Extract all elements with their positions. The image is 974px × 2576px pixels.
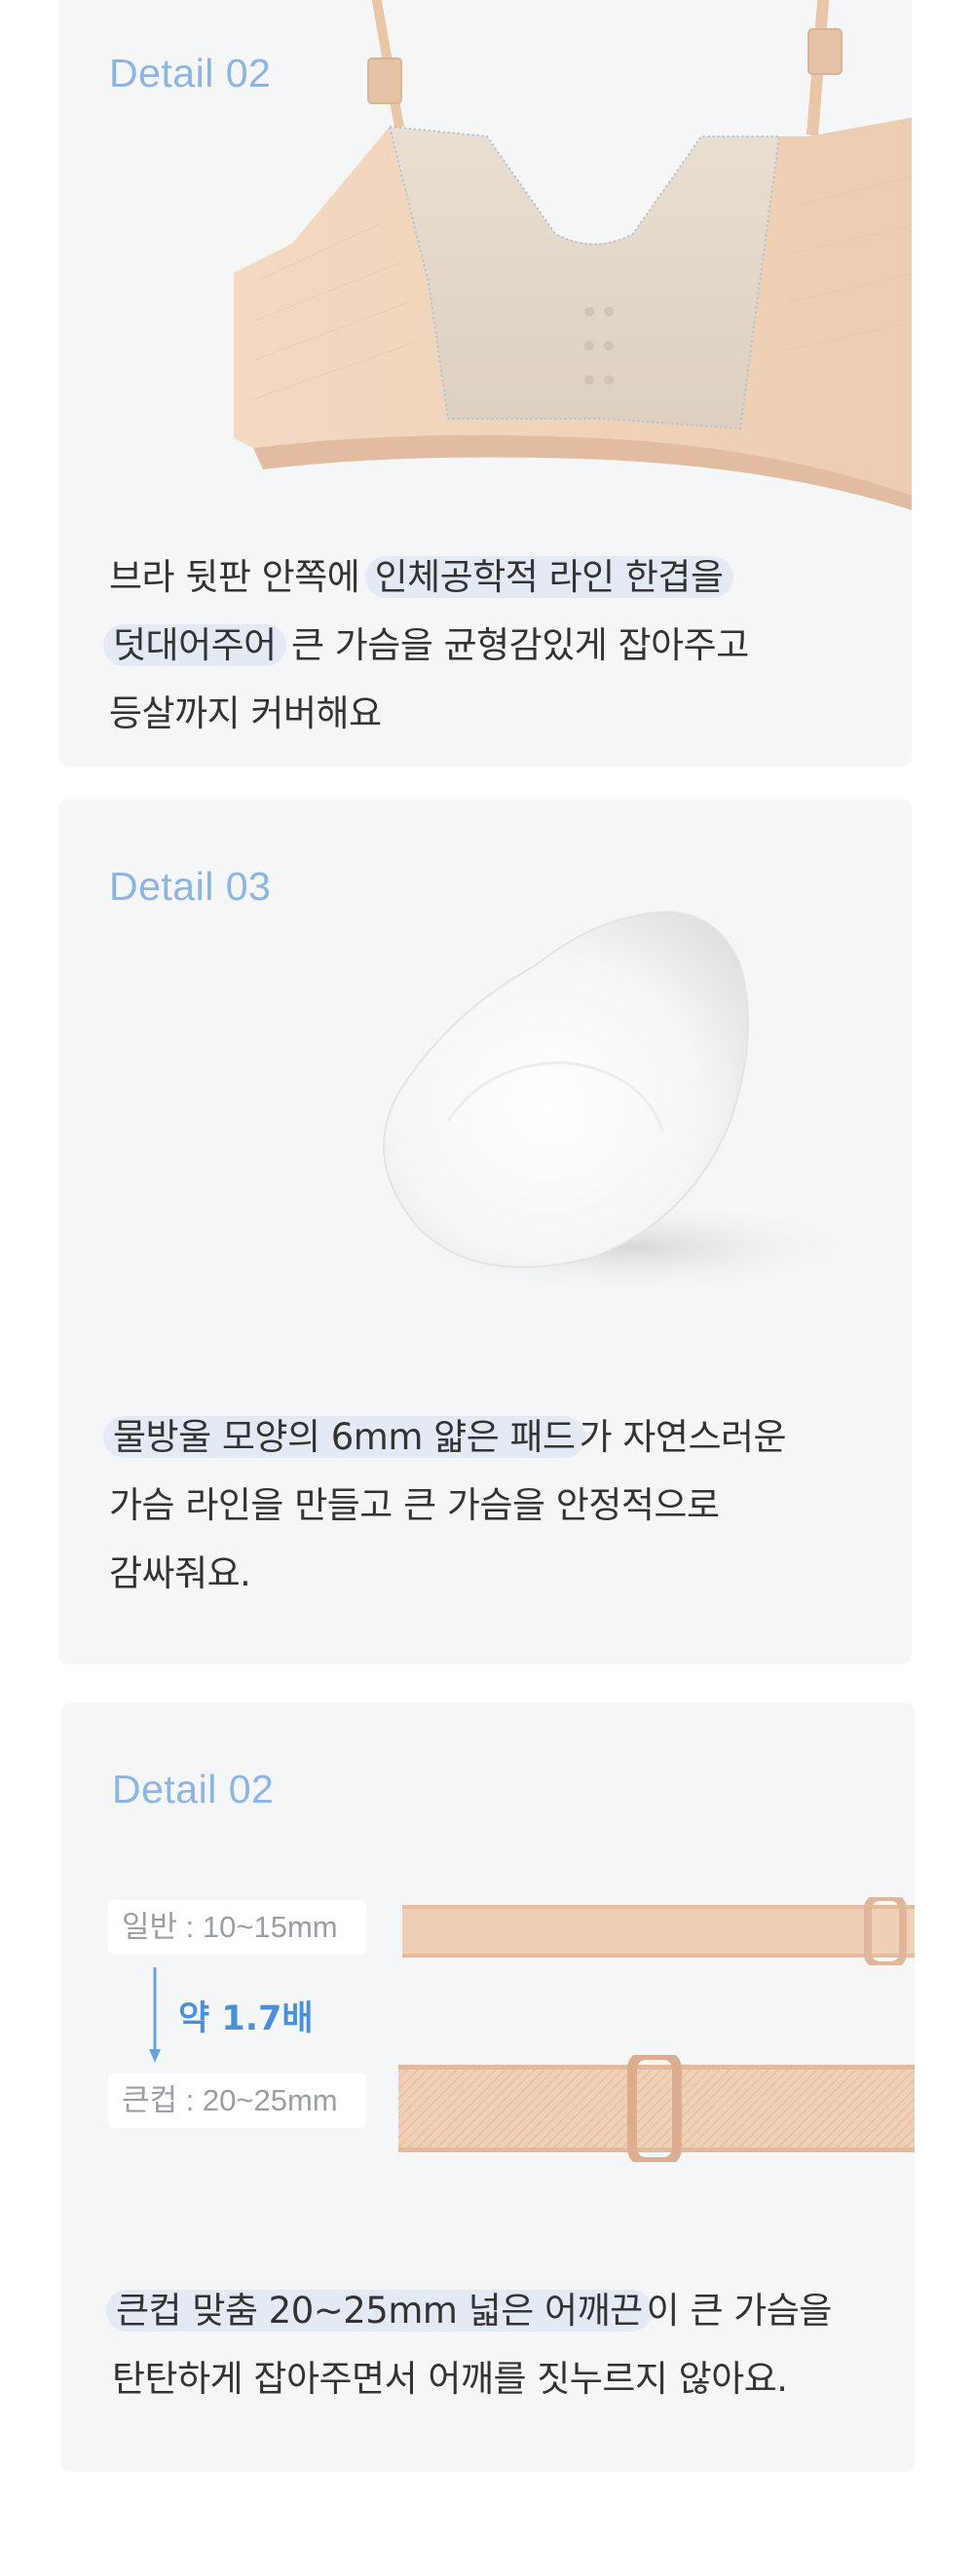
desc-text: 감싸줘요. — [109, 1552, 251, 1594]
detail-description: 물방울 모양의 6mm 얇은 패드 가 자연스러운 가슴 라인을 만들고 큰 가슴… — [103, 1403, 787, 1608]
desc-text: 가슴 라인을 만들고 큰 가슴을 안정적으로 — [109, 1484, 720, 1526]
arrow-down-icon — [149, 1967, 161, 2063]
desc-text: 등살까지 커버해요 — [109, 692, 382, 734]
bra-back-illustration — [234, 0, 912, 510]
desc-highlight: 물방울 모양의 6mm 얇은 패드 — [103, 1416, 585, 1458]
detail-card-pad: Detail 03 물방울 모양의 6mm 얇은 패드 가 자연스러운 가슴 라인… — [58, 800, 912, 1664]
big-cup-strap-illustration — [398, 2055, 915, 2162]
desc-text: 탄탄하게 잡아주면서 어깨를 짓누르지 않아요. — [112, 2358, 788, 2400]
desc-highlight: 덧대어주어 — [103, 624, 286, 666]
detail-label: Detail 02 — [112, 1767, 275, 1811]
normal-strap-width-badge: 일반 : 10~15mm — [108, 1900, 366, 1955]
normal-strap-illustration — [402, 1897, 915, 1965]
pad-illustration — [383, 911, 867, 1296]
detail-description: 큰컵 맞춤 20~25mm 넓은 어깨끈 이 큰 가슴을 탄탄하게 잡아주면서 어… — [106, 2277, 833, 2413]
desc-text: 브라 뒷판 안쪽에 — [109, 556, 371, 598]
detail-card-back-panel: Detail 02 브라 뒷판 안쪽에 인체공학적 라인 한겹을 덧대어주어 큰… — [58, 0, 912, 766]
big-cup-strap-width-badge: 큰컵 : 20~25mm — [108, 2073, 366, 2128]
detail-label: Detail 03 — [109, 864, 272, 909]
desc-text: 이 큰 가슴을 — [646, 2290, 833, 2332]
desc-text: 큰 가슴을 균형감있게 잡아주고 — [280, 624, 749, 666]
detail-description: 브라 뒷판 안쪽에 인체공학적 라인 한겹을 덧대어주어 큰 가슴을 균형감있게… — [103, 543, 749, 748]
detail-card-strap: Detail 02 일반 : 10~15mm 약 1.7배 큰컵 : 20~25… — [61, 1702, 915, 2472]
desc-highlight: 인체공학적 라인 한겹을 — [364, 556, 733, 598]
desc-highlight: 큰컵 맞춤 20~25mm 넓은 어깨끈 — [106, 2290, 653, 2332]
desc-text: 가 자연스러운 — [579, 1416, 787, 1458]
width-ratio: 약 1.7배 — [178, 1999, 314, 2038]
